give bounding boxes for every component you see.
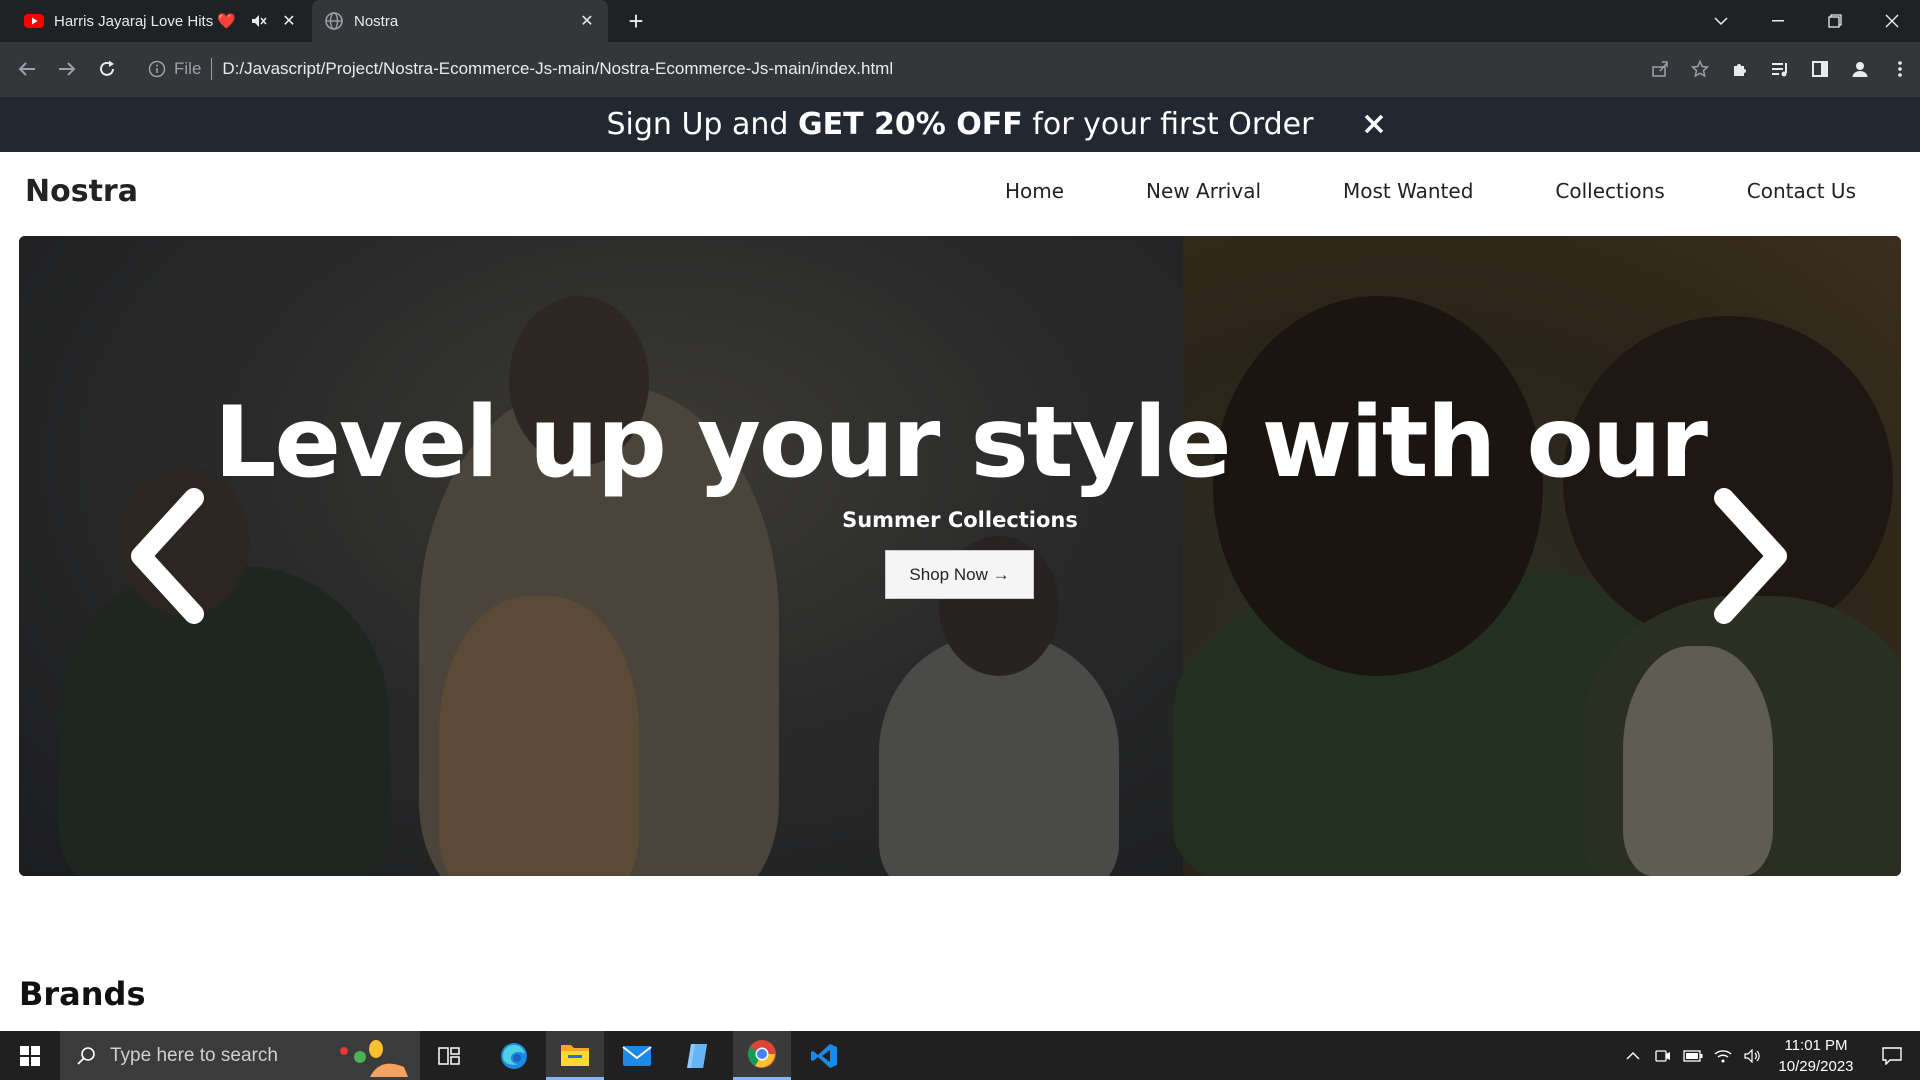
extensions-icon[interactable]: [1720, 54, 1760, 84]
chevron-up-icon[interactable]: [1618, 1031, 1648, 1080]
hero-headline: Level up your style with our: [214, 386, 1708, 500]
promo-text-bold: GET 20% OFF: [797, 107, 1023, 142]
windows-start-icon[interactable]: [0, 1031, 60, 1080]
promo-text-pre: Sign Up and: [606, 107, 798, 142]
minimize-icon[interactable]: [1749, 0, 1806, 42]
site-navbar: Nostra Home New Arrival Most Wanted Coll…: [0, 152, 1920, 235]
close-icon[interactable]: [1362, 109, 1386, 139]
meet-now-icon[interactable]: [1648, 1031, 1678, 1080]
info-icon[interactable]: [148, 60, 166, 78]
bookmark-star-icon[interactable]: [1680, 54, 1720, 84]
nav-most-wanted[interactable]: Most Wanted: [1343, 179, 1473, 203]
shop-now-button[interactable]: Shop Now →: [885, 550, 1034, 599]
clock-time: 11:01 PM: [1784, 1036, 1848, 1054]
share-icon[interactable]: [1640, 54, 1680, 84]
carousel-next-chevron-icon[interactable]: [1699, 476, 1799, 636]
close-tab-icon[interactable]: ✕: [576, 10, 598, 32]
browser-toolbar: File D:/Javascript/Project/Nostra-Ecomme…: [0, 42, 1920, 97]
url-separator: [211, 58, 213, 80]
close-tab-icon[interactable]: ✕: [278, 10, 300, 32]
nav-contact-us[interactable]: Contact Us: [1747, 179, 1856, 203]
nav-home[interactable]: Home: [1005, 179, 1064, 203]
back-icon[interactable]: [12, 54, 42, 84]
tab-youtube[interactable]: Harris Jayaraj Love Hits ❤️ ✕: [12, 0, 310, 42]
clock-date: 10/29/2023: [1778, 1057, 1854, 1075]
site-logo[interactable]: Nostra: [25, 174, 138, 209]
web-page: Sign Up and GET 20% OFF for your first O…: [0, 97, 1920, 1031]
url-scheme: File: [174, 59, 202, 78]
search-placeholder: Type here to search: [110, 1044, 278, 1066]
speaker-icon[interactable]: [1738, 1031, 1768, 1080]
close-window-icon[interactable]: [1863, 0, 1920, 42]
side-panel-icon[interactable]: [1800, 54, 1840, 84]
forward-icon[interactable]: [52, 54, 82, 84]
battery-icon[interactable]: [1678, 1031, 1708, 1080]
tab-nostra[interactable]: Nostra ✕: [312, 0, 608, 42]
wifi-icon[interactable]: [1708, 1031, 1738, 1080]
nav-links: Home New Arrival Most Wanted Collections…: [923, 179, 1856, 203]
new-tab-button[interactable]: +: [622, 8, 650, 36]
task-view-icon[interactable]: [420, 1031, 478, 1080]
taskbar-search-box[interactable]: Type here to search: [60, 1031, 420, 1080]
hero-subline: Summer Collections: [842, 508, 1078, 532]
muted-speaker-icon[interactable]: [248, 10, 270, 32]
promo-banner: Sign Up and GET 20% OFF for your first O…: [0, 97, 1920, 152]
youtube-icon: [24, 11, 44, 31]
hero-carousel: Level up your style with our Summer Coll…: [19, 236, 1901, 876]
vscode-icon[interactable]: [795, 1031, 853, 1080]
search-highlight-icon: [330, 1035, 414, 1077]
search-icon: [76, 1046, 96, 1066]
toolbar-actions: [1640, 54, 1920, 84]
tab-search-icon[interactable]: [1692, 0, 1749, 42]
nav-collections[interactable]: Collections: [1555, 179, 1664, 203]
reload-icon[interactable]: [92, 54, 122, 84]
taskbar-clock[interactable]: 11:01 PM 10/29/2023: [1768, 1035, 1864, 1077]
globe-icon: [324, 11, 344, 31]
restore-icon[interactable]: [1806, 0, 1863, 42]
media-control-icon[interactable]: [1760, 54, 1800, 84]
carousel-prev-chevron-icon[interactable]: [119, 476, 219, 636]
address-bar[interactable]: File D:/Javascript/Project/Nostra-Ecomme…: [140, 49, 1680, 89]
promo-text-post: for your first Order: [1022, 107, 1314, 142]
url-text[interactable]: D:/Javascript/Project/Nostra-Ecommerce-J…: [222, 59, 893, 79]
browser-tab-strip: Harris Jayaraj Love Hits ❤️ ✕ Nostra ✕ +: [0, 0, 1920, 42]
file-explorer-icon[interactable]: [546, 1031, 604, 1080]
window-controls: [1692, 0, 1920, 42]
profile-icon[interactable]: [1840, 54, 1880, 84]
mail-icon[interactable]: [608, 1031, 666, 1080]
menu-kebab-icon[interactable]: [1880, 54, 1920, 84]
tab-title: Harris Jayaraj Love Hits ❤️: [54, 13, 237, 30]
chrome-icon[interactable]: [733, 1031, 791, 1080]
nav-new-arrival[interactable]: New Arrival: [1146, 179, 1261, 203]
brands-heading: Brands: [19, 975, 146, 1013]
system-tray: 11:01 PM 10/29/2023: [1618, 1031, 1920, 1080]
notifications-icon[interactable]: [1864, 1031, 1920, 1080]
edge-icon[interactable]: [485, 1031, 543, 1080]
notepad-icon[interactable]: [669, 1031, 727, 1080]
windows-taskbar: Type here to search 11:01 PM 10/29/2023: [0, 1031, 1920, 1080]
tab-title: Nostra: [354, 12, 399, 30]
